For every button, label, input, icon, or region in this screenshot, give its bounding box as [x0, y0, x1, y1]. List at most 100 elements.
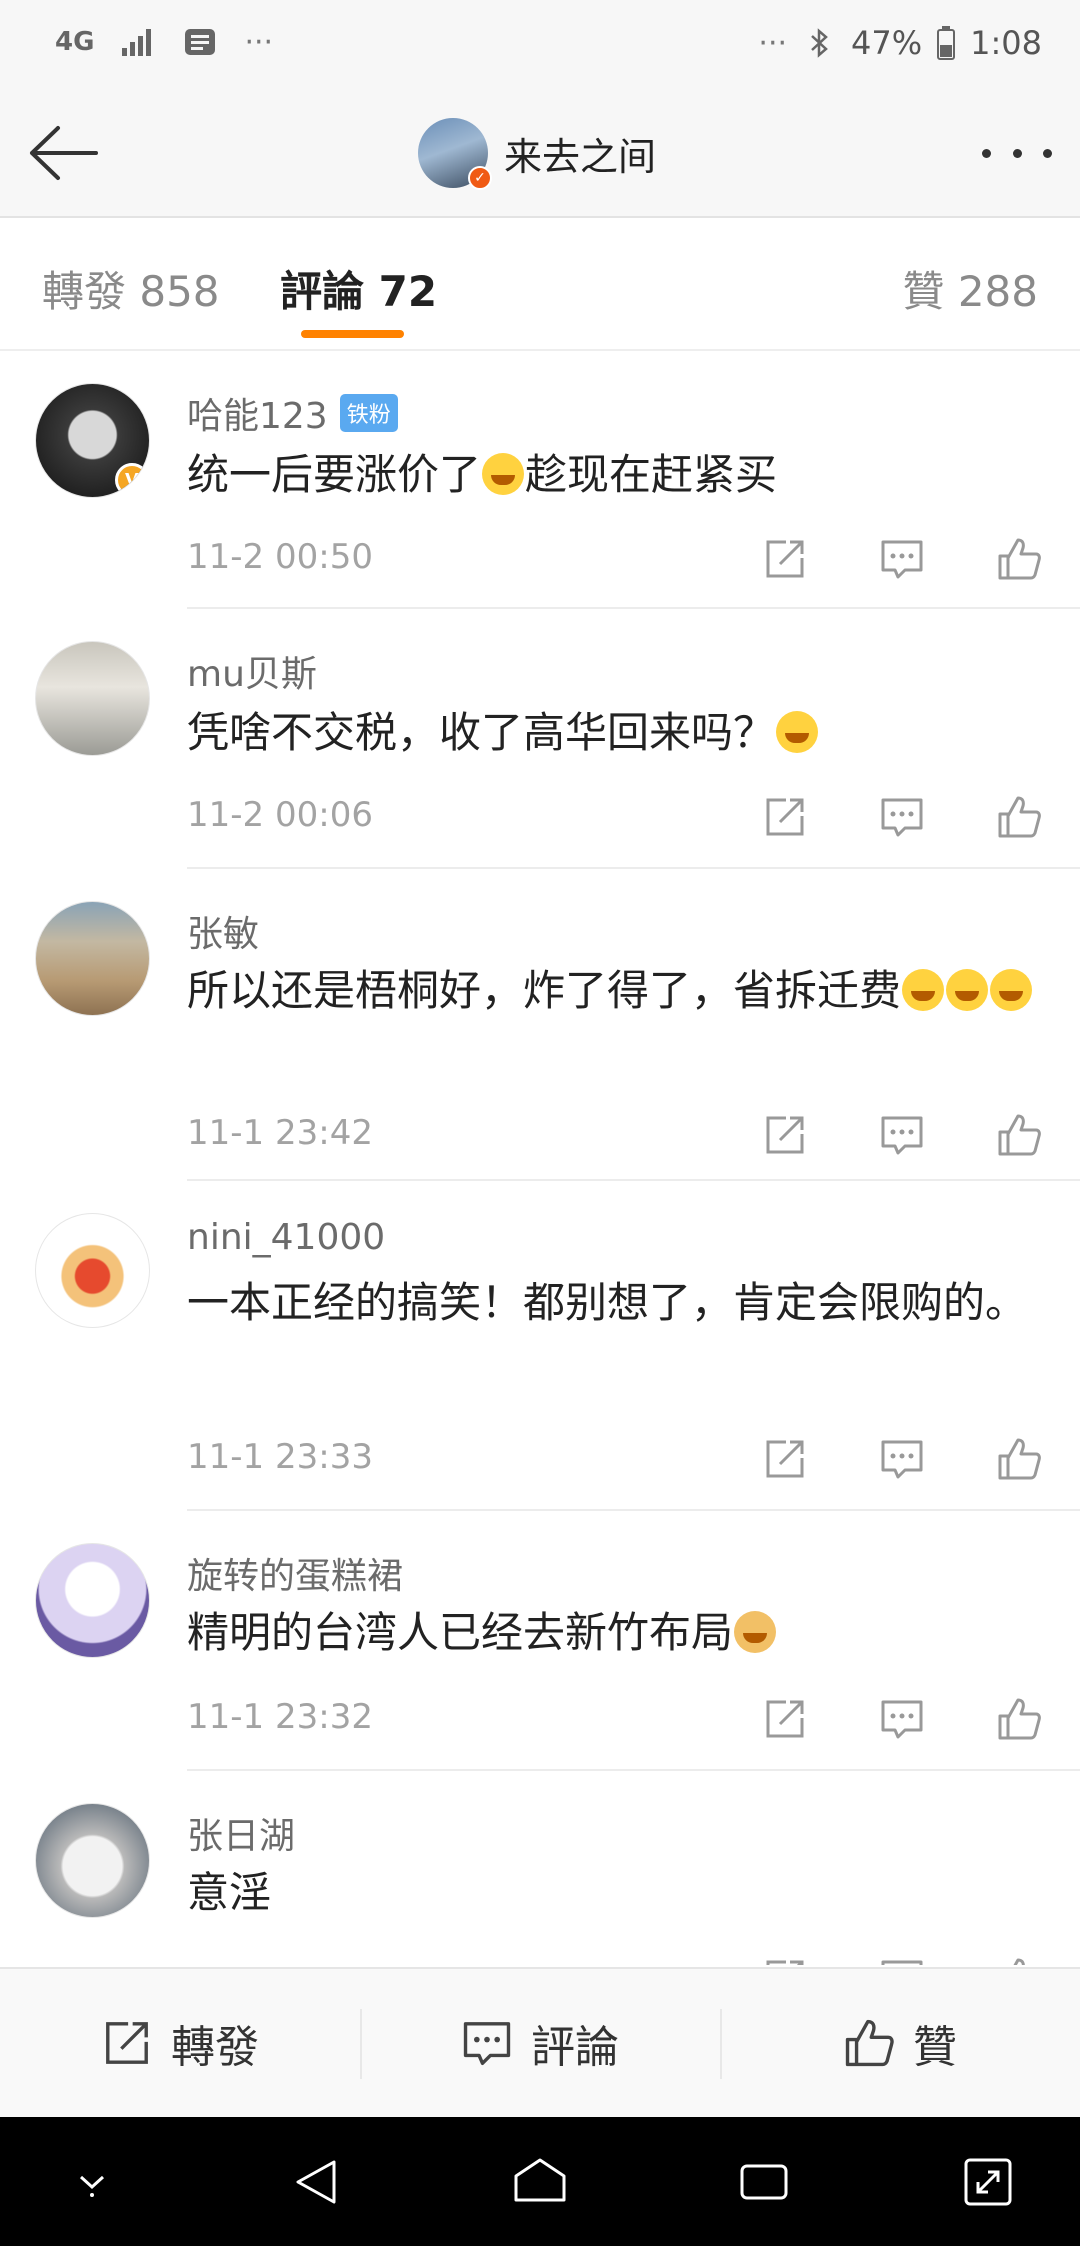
toolbar-repost-button[interactable]: 轉發 [0, 1969, 360, 2117]
reply-button[interactable] [874, 531, 930, 587]
laughing-emoji-icon [946, 969, 989, 1011]
comment-icon [881, 540, 923, 579]
comment-author[interactable]: mu贝斯 [187, 645, 317, 697]
comment-time: 11-1 23:42 [187, 1113, 373, 1153]
verified-icon: V [115, 463, 149, 497]
toolbar-like-label: 贊 [913, 2022, 957, 2073]
repost-button[interactable] [757, 1691, 813, 1747]
system-recents-button[interactable] [732, 2150, 796, 2214]
comment-text: 统一后要涨价了 趁现在赶紧买 [187, 441, 1067, 509]
status-bar: 4G ··· ··· 47% 1:08 [0, 0, 1080, 90]
triangle-back-icon [296, 2160, 336, 2203]
comment-time: 11-2 00:50 [187, 537, 373, 577]
user-avatar[interactable] [35, 1543, 150, 1658]
comment-icon [881, 1960, 923, 1965]
user-avatar[interactable] [35, 901, 150, 1016]
system-home-button[interactable] [508, 2150, 572, 2214]
repost-button[interactable] [757, 1431, 813, 1487]
comment-icon [881, 1700, 923, 1739]
reply-button[interactable] [874, 1691, 930, 1747]
nav-title: 来去之间 [504, 134, 657, 179]
thumb-up-icon [1013, 1958, 1025, 1965]
comment-time: 11-1 23:32 [187, 1697, 373, 1737]
thumb-up-icon [998, 1698, 1041, 1740]
comment-item: 张日湖 意淫 [0, 1771, 1080, 1965]
repost-button[interactable] [757, 1951, 813, 1965]
repost-button[interactable] [757, 789, 813, 845]
comment-author[interactable]: 旋转的蛋糕裙 [187, 1547, 403, 1599]
like-button[interactable] [991, 531, 1047, 587]
hide-keyboard-button[interactable] [60, 2150, 124, 2214]
dot-icon [1043, 148, 1052, 158]
like-button[interactable] [991, 1431, 1047, 1487]
tab-likes[interactable]: 贊 288 [902, 258, 1038, 319]
system-nav-bar [0, 2117, 1080, 2246]
share-icon [766, 1960, 804, 1965]
author-name: 张日湖 [187, 1816, 296, 1857]
repost-button[interactable] [757, 531, 813, 587]
comment-text: 一本正经的搞笑！都别想了，肯定会限购的。 [187, 1278, 1028, 1327]
comment-text-part: 趁现在赶紧买 [525, 450, 778, 499]
author-name: nini_41000 [187, 1217, 386, 1258]
expand-icon [964, 2158, 1012, 2205]
status-right: ··· 47% 1:08 [758, 24, 1042, 62]
recents-icon [740, 2164, 788, 2199]
share-icon [766, 540, 804, 578]
repost-button[interactable] [757, 1107, 813, 1163]
comment-actions [757, 1951, 1047, 1965]
share-icon [766, 798, 804, 836]
comment-author[interactable]: 张敏 [187, 905, 259, 957]
back-button[interactable] [22, 118, 102, 188]
comment-list[interactable]: V 哈能123 铁粉 统一后要涨价了 趁现在赶紧买 11-2 00:50 mu贝斯… [0, 351, 1080, 1965]
share-icon [766, 1116, 804, 1154]
comment-text: 精明的台湾人已经去新竹布局 [187, 1599, 1067, 1667]
more-button[interactable] [982, 138, 1052, 168]
like-button[interactable] [991, 1107, 1047, 1163]
system-expand-button[interactable] [956, 2150, 1020, 2214]
like-button[interactable] [991, 1951, 1047, 1965]
like-button[interactable] [991, 1691, 1047, 1747]
toolbar-comment-button[interactable]: 評論 [360, 1969, 720, 2117]
fan-badge: 铁粉 [339, 394, 398, 432]
chevron-down-icon [79, 2175, 105, 2197]
reply-button[interactable] [874, 1107, 930, 1163]
signal-icon [120, 24, 156, 60]
user-avatar[interactable] [35, 1213, 150, 1328]
laughing-emoji-icon [902, 969, 945, 1011]
reply-button[interactable] [874, 789, 930, 845]
comment-text: 凭啥不交税，收了高华回来吗？ [187, 699, 1067, 767]
reply-button[interactable] [874, 1431, 930, 1487]
share-icon [766, 1700, 804, 1738]
comment-actions [757, 1691, 1047, 1747]
comment-text-part: 凭啥不交税，收了高华回来吗？ [187, 708, 776, 757]
laughing-emoji-icon [482, 453, 525, 495]
comment-author[interactable]: 张日湖 [187, 1807, 295, 1859]
comment-actions [757, 531, 1047, 587]
comment-author[interactable]: nini_41000 [187, 1217, 385, 1258]
reply-button[interactable] [874, 1951, 930, 1965]
share-icon [106, 2022, 148, 2064]
status-dots-left: ··· [244, 24, 274, 60]
toolbar-repost-label: 轉發 [171, 2022, 259, 2073]
user-avatar[interactable] [35, 1803, 150, 1918]
battery-percent: 47% [851, 24, 923, 62]
author-name: 哈能123 [187, 396, 328, 437]
doge-emoji-icon [734, 1611, 777, 1653]
thumb-up-icon [998, 538, 1041, 580]
toolbar-like-button[interactable]: 贊 [720, 1969, 1080, 2117]
comment-item: 张敏 所以还是梧桐好，炸了得了，省拆迁费 11-1 23:42 [0, 869, 1080, 1181]
user-avatar[interactable] [35, 641, 150, 756]
comment-author[interactable]: 哈能123 铁粉 [187, 387, 398, 439]
system-back-button[interactable] [284, 2150, 348, 2214]
nav-title-group[interactable]: ✓ 来去之间 [418, 115, 656, 191]
comment-item: mu贝斯 凭啥不交税，收了高华回来吗？ 11-2 00:06 [0, 609, 1080, 869]
tab-comments[interactable]: 評論 72 [280, 258, 437, 319]
author-avatar[interactable]: ✓ [418, 118, 492, 190]
like-button[interactable] [991, 789, 1047, 845]
comment-icon [881, 798, 923, 837]
network-label: 4G [55, 27, 95, 57]
tab-repost[interactable]: 轉發 858 [42, 258, 220, 319]
laughing-emoji-icon [990, 969, 1033, 1011]
user-avatar[interactable]: V [35, 383, 150, 498]
dot-icon [982, 148, 991, 158]
